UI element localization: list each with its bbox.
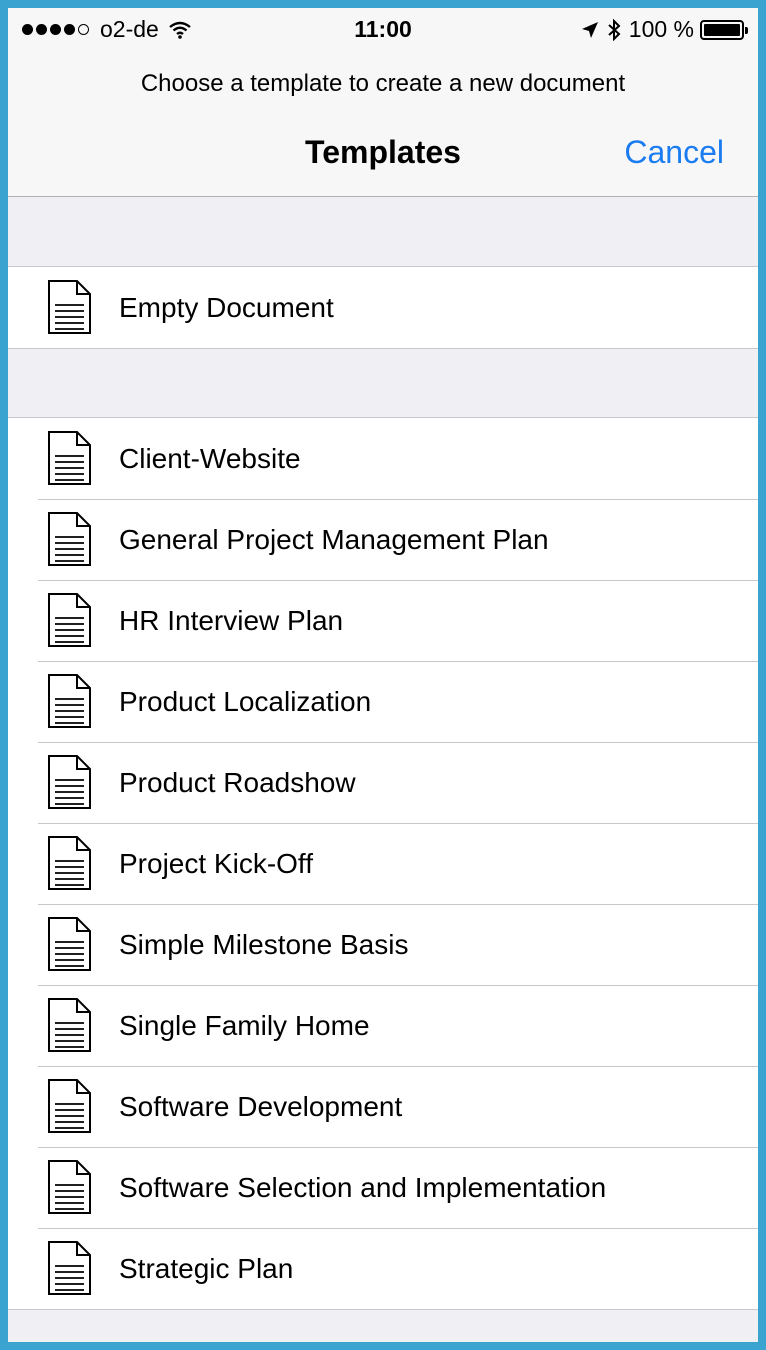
- template-row[interactable]: General Project Management Plan: [8, 499, 758, 580]
- template-label: General Project Management Plan: [119, 523, 549, 555]
- status-right: 100 %: [581, 16, 748, 43]
- battery-icon: [700, 19, 748, 40]
- bluetooth-icon: [608, 18, 621, 41]
- document-icon: [46, 592, 92, 648]
- template-row[interactable]: Software Development: [8, 1066, 758, 1147]
- wifi-icon: [169, 21, 191, 39]
- template-row[interactable]: Strategic Plan: [8, 1228, 758, 1309]
- battery-percentage: 100 %: [628, 16, 694, 42]
- template-label: Empty Document: [119, 291, 334, 323]
- screen: o2-de 11:00 100 % Choose a template to c…: [8, 8, 758, 1342]
- location-arrow-icon: [581, 21, 598, 38]
- template-label: Software Selection and Implementation: [119, 1171, 607, 1203]
- template-label: Strategic Plan: [119, 1252, 294, 1284]
- document-icon: [46, 916, 92, 972]
- document-icon: [46, 1240, 92, 1296]
- template-section-list: Client-Website General Project Management…: [8, 417, 758, 1310]
- status-left: o2-de: [22, 16, 191, 43]
- document-icon: [46, 1078, 92, 1134]
- template-label: Single Family Home: [119, 1009, 370, 1041]
- document-icon: [46, 511, 92, 567]
- template-row[interactable]: Project Kick-Off: [8, 823, 758, 904]
- template-label: Product Localization: [119, 685, 372, 717]
- template-row[interactable]: Software Selection and Implementation: [8, 1147, 758, 1228]
- document-icon: [46, 835, 92, 891]
- template-label: Simple Milestone Basis: [119, 928, 409, 960]
- carrier-name: o2-de: [100, 16, 159, 42]
- template-row[interactable]: HR Interview Plan: [8, 580, 758, 661]
- template-row[interactable]: Single Family Home: [8, 985, 758, 1066]
- template-label: Client-Website: [119, 442, 301, 474]
- template-row[interactable]: Simple Milestone Basis: [8, 904, 758, 985]
- template-label: Software Development: [119, 1090, 403, 1122]
- template-label: Project Kick-Off: [119, 847, 313, 879]
- document-icon: [46, 754, 92, 810]
- document-icon: [46, 279, 92, 335]
- template-section-blank: Empty Document: [8, 266, 758, 349]
- template-row[interactable]: Product Roadshow: [8, 742, 758, 823]
- document-icon: [46, 673, 92, 729]
- template-label: HR Interview Plan: [119, 604, 344, 636]
- template-row[interactable]: Client-Website: [8, 418, 758, 499]
- template-row[interactable]: Empty Document: [8, 267, 758, 348]
- document-icon: [46, 430, 92, 486]
- navigation-bar: Choose a template to create a new docume…: [8, 48, 758, 197]
- cancel-button[interactable]: Cancel: [624, 134, 724, 171]
- document-icon: [46, 1159, 92, 1215]
- template-row[interactable]: Product Localization: [8, 661, 758, 742]
- signal-strength-icon: [22, 24, 92, 35]
- template-label: Product Roadshow: [119, 766, 356, 798]
- status-bar: o2-de 11:00 100 %: [8, 8, 758, 48]
- document-icon: [46, 997, 92, 1053]
- nav-prompt: Choose a template to create a new docume…: [140, 70, 626, 97]
